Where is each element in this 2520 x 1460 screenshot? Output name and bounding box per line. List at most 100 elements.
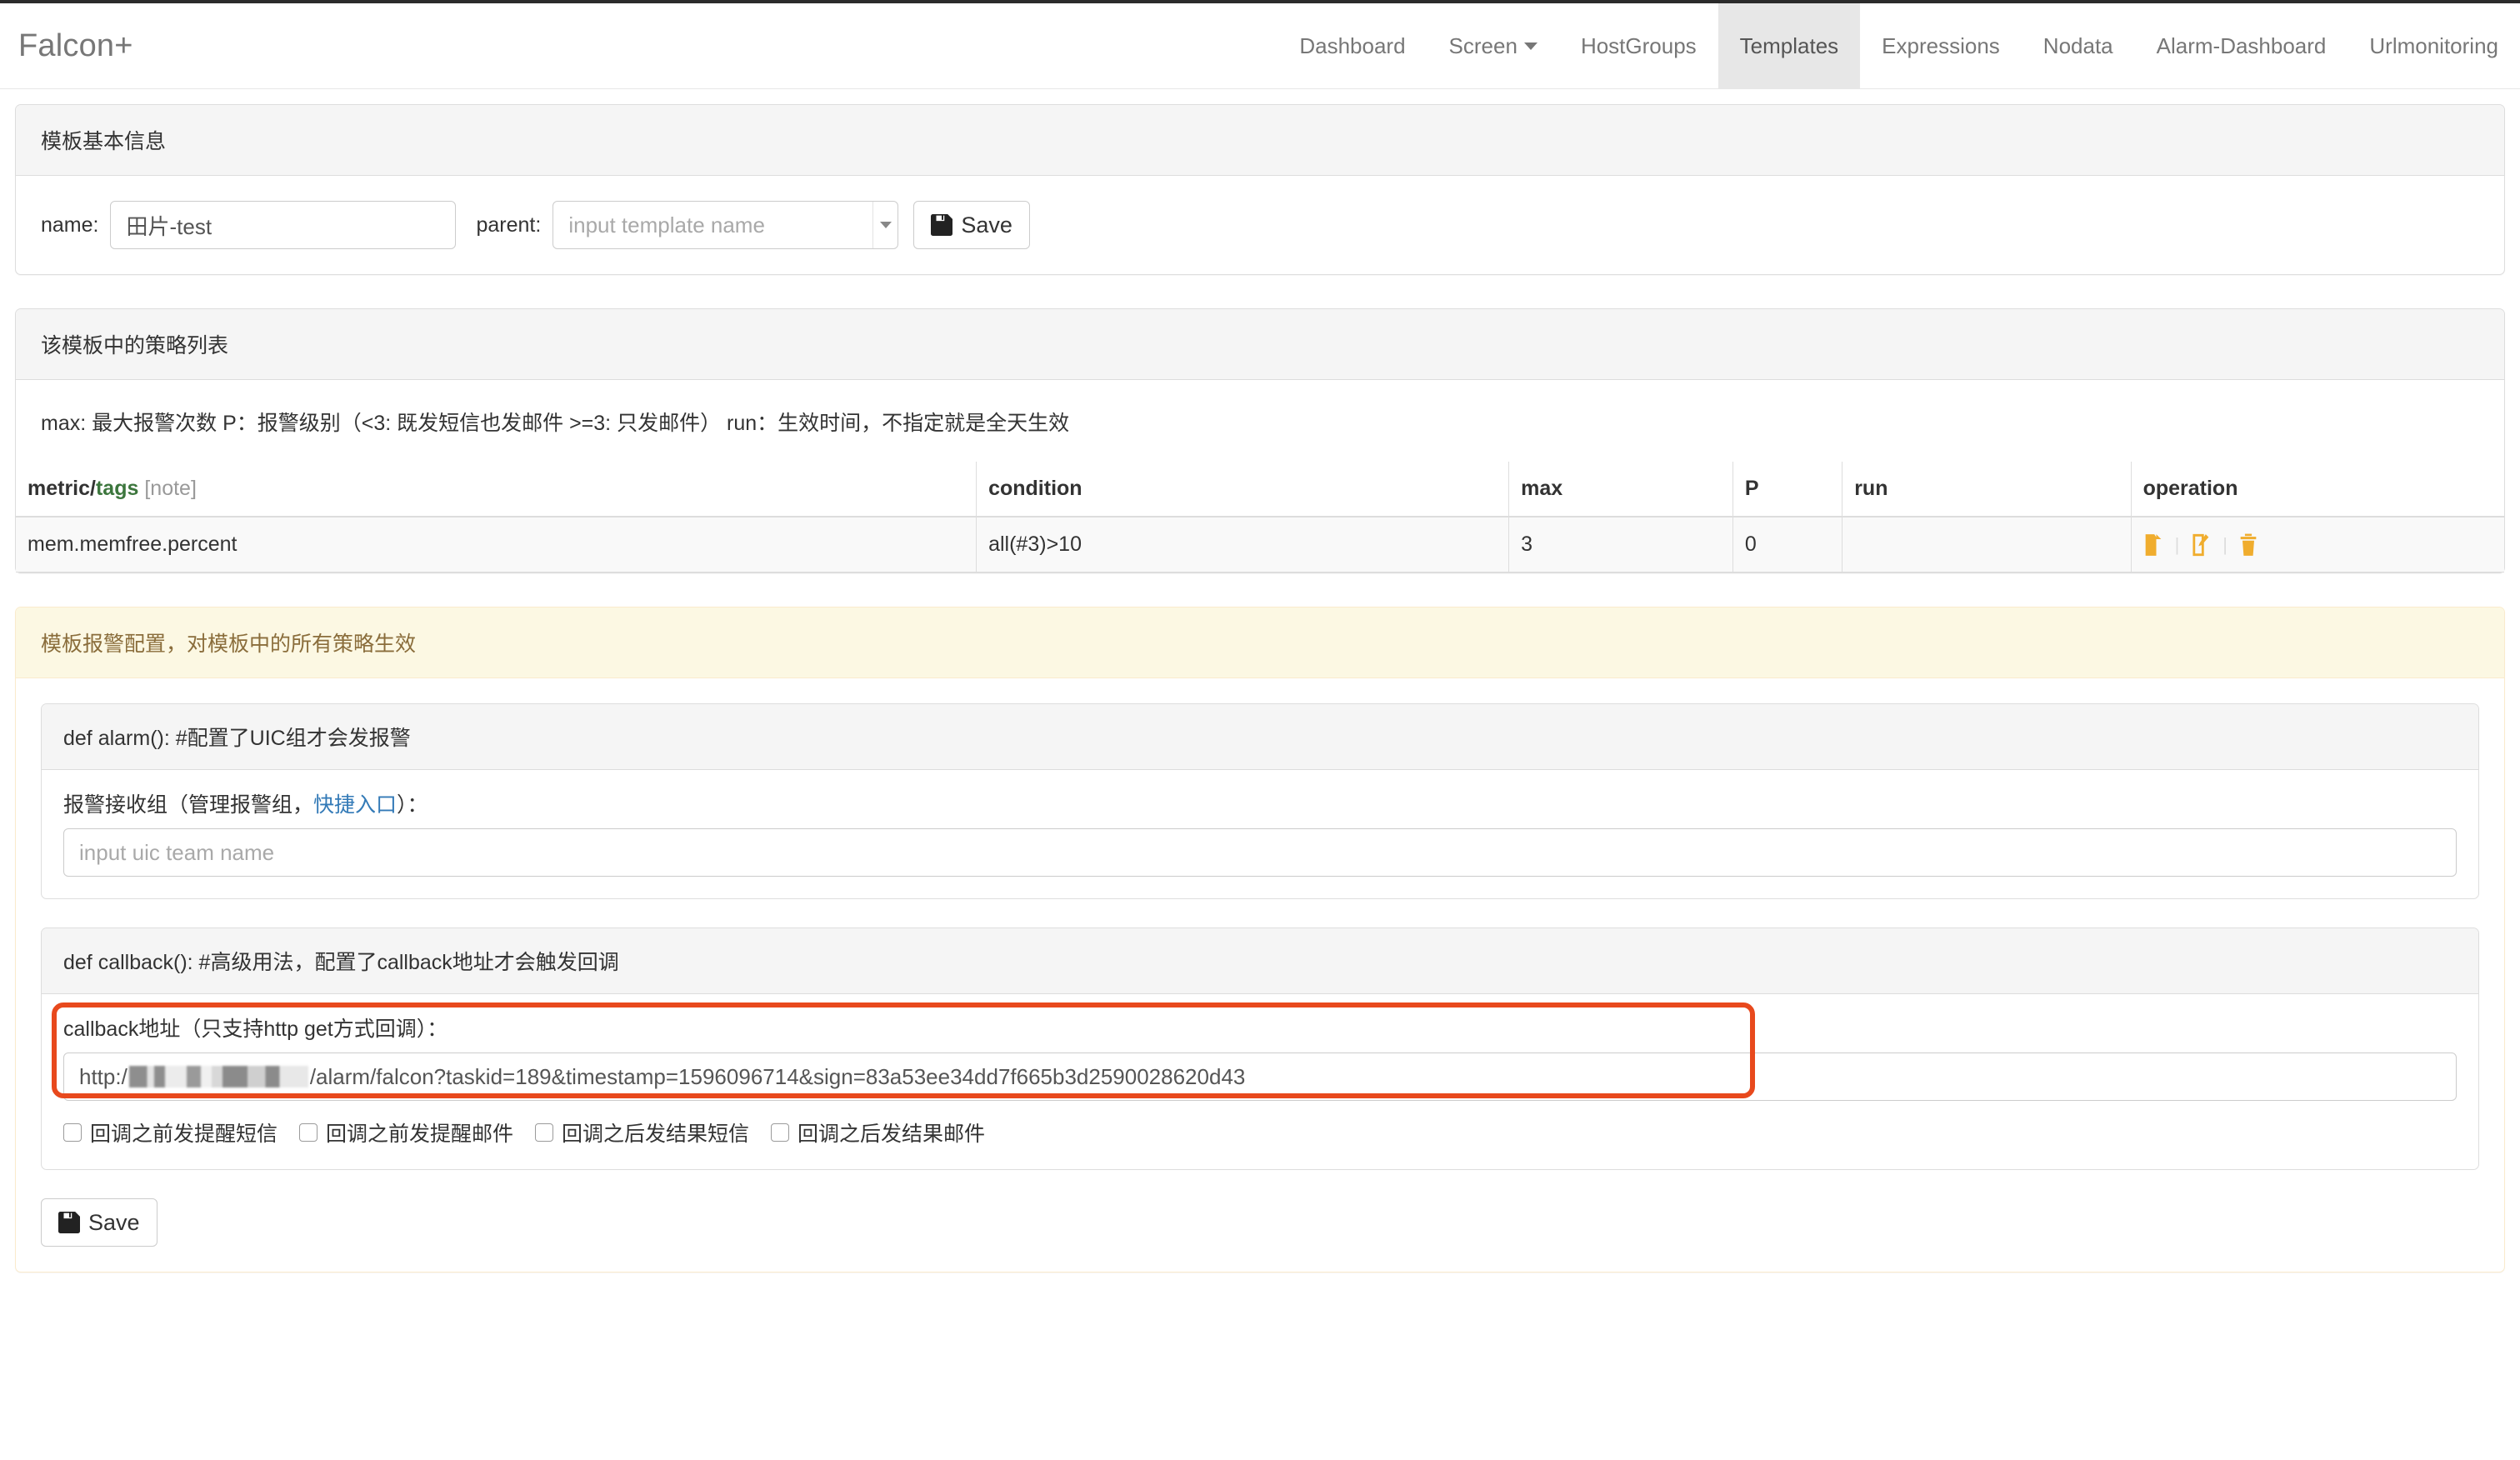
cell-run	[1842, 517, 2132, 572]
parent-template-input[interactable]	[552, 201, 899, 249]
uic-team-label: 报警接收组（管理报警组，快捷入口）：	[63, 788, 2457, 818]
checkbox-email-before-callback[interactable]: 回调之前发提醒邮件	[299, 1118, 513, 1148]
nav-item-urlmonitoring[interactable]: Urlmonitoring	[2348, 3, 2520, 88]
checkbox-box-icon[interactable]	[299, 1123, 318, 1142]
name-label: name:	[41, 212, 99, 237]
clone-icon[interactable]	[2143, 533, 2163, 557]
callback-definition-body: callback地址（只支持http get方式回调）： http:/ /alar…	[42, 994, 2478, 1169]
col-max: max	[1508, 462, 1733, 518]
col-note-label: [note]	[144, 477, 197, 500]
col-run: run	[1842, 462, 2132, 518]
col-metric-label: metric/	[28, 477, 96, 500]
strategy-table: metric/tags [note] condition max P run o…	[16, 462, 2504, 572]
alarm-config-title: 模板报警配置，对模板中的所有策略生效	[16, 608, 2504, 678]
nav-item-dashboard[interactable]: Dashboard	[1278, 3, 1427, 88]
uic-team-quick-entry-link[interactable]: 快捷入口	[313, 793, 397, 817]
template-basic-info-body: name: parent: Save	[16, 176, 2504, 274]
checkbox-label: 回调之后发结果短信	[562, 1122, 750, 1146]
cell-metric: mem.memfree.percent	[16, 517, 977, 572]
template-basic-info-title: 模板基本信息	[16, 105, 2504, 176]
cell-p: 0	[1732, 517, 1842, 572]
strategy-table-head: metric/tags [note] condition max P run o…	[16, 462, 2504, 518]
page-container: 模板基本信息 name: parent: Save 该模板中的策略列	[0, 89, 2520, 1272]
nav-item-expressions[interactable]: Expressions	[1860, 3, 2022, 88]
alarm-definition-heading: def alarm(): #配置了UIC组才会发报警	[42, 704, 2478, 770]
callback-url-redacted	[128, 1066, 308, 1088]
top-navbar: Falcon+ Dashboard Screen HostGroups Temp…	[0, 0, 2520, 89]
floppy-disk-icon	[931, 214, 953, 236]
operation-separator: |	[2174, 533, 2180, 555]
checkbox-box-icon[interactable]	[63, 1123, 82, 1142]
uic-team-label-suffix: ）：	[397, 793, 428, 817]
callback-notification-checkboxes: 回调之前发提醒短信 回调之前发提醒邮件 回调之后发结果短信 回调之后发结果邮件	[63, 1101, 2457, 1148]
save-button-label: Save	[961, 212, 1012, 238]
nav-item-label: Nodata	[2042, 32, 2113, 58]
parent-select-wrapper	[552, 201, 899, 249]
save-alarm-config-button[interactable]: Save	[41, 1198, 158, 1247]
callback-url-prefix: http:/	[79, 1063, 128, 1089]
navbar-spacer	[158, 3, 1278, 88]
col-tags-label: tags	[95, 477, 139, 500]
table-row: mem.memfree.percent all(#3)>10 3 0 | |	[16, 517, 2504, 572]
checkbox-sms-after-callback[interactable]: 回调之后发结果短信	[535, 1118, 749, 1148]
template-basic-info-panel: 模板基本信息 name: parent: Save	[15, 104, 2505, 275]
uic-team-label-prefix: 报警接收组（管理报警组，	[63, 793, 314, 817]
checkbox-label: 回调之前发提醒短信	[90, 1122, 278, 1146]
cell-operation: | |	[2130, 517, 2504, 572]
nav-item-hostgroups[interactable]: HostGroups	[1559, 3, 1718, 88]
strategy-list-title: 该模板中的策略列表	[16, 309, 2504, 380]
checkbox-box-icon[interactable]	[535, 1123, 554, 1142]
nav-item-label: HostGroups	[1580, 32, 1697, 58]
alarm-definition-panel: def alarm(): #配置了UIC组才会发报警 报警接收组（管理报警组，快…	[41, 703, 2479, 899]
callback-url-input[interactable]: http:/ /alarm/falcon?taskid=189&timestamp…	[63, 1052, 2457, 1101]
callback-url-highlight-group: callback地址（只支持http get方式回调）： http:/ /alar…	[52, 1002, 2457, 1101]
alarm-config-body: def alarm(): #配置了UIC组才会发报警 报警接收组（管理报警组，快…	[16, 678, 2504, 1272]
nav-item-label: Expressions	[1882, 32, 2000, 58]
checkbox-sms-before-callback[interactable]: 回调之前发提醒短信	[63, 1118, 278, 1148]
nav-item-label: Screen	[1448, 32, 1518, 58]
strategy-list-panel: 该模板中的策略列表 max: 最大报警次数 P：报警级别（<3: 既发短信也发邮…	[15, 308, 2505, 573]
template-form-row: name: parent: Save	[41, 201, 2479, 249]
alarm-definition-body: 报警接收组（管理报警组，快捷入口）：	[42, 770, 2478, 898]
operation-separator: |	[2222, 533, 2228, 555]
callback-definition-panel: def callback(): #高级用法，配置了callback地址才会触发回…	[41, 928, 2479, 1170]
strategy-list-body: max: 最大报警次数 P：报警级别（<3: 既发短信也发邮件 >=3: 只发邮…	[16, 380, 2504, 572]
col-p: P	[1732, 462, 1842, 518]
checkbox-label: 回调之后发结果邮件	[798, 1122, 986, 1146]
strategy-help-text: max: 最大报警次数 P：报警级别（<3: 既发短信也发邮件 >=3: 只发邮…	[41, 412, 1070, 435]
nav-item-screen[interactable]: Screen	[1428, 3, 1559, 88]
cell-condition: all(#3)>10	[976, 517, 1509, 572]
nav-item-label: Dashboard	[1299, 32, 1406, 58]
callback-url-suffix: /alarm/falcon?taskid=189&timestamp=15960…	[309, 1063, 1246, 1089]
cell-max: 3	[1508, 517, 1733, 572]
nav-item-label: Templates	[1739, 32, 1839, 58]
checkbox-email-after-callback[interactable]: 回调之后发结果邮件	[771, 1118, 985, 1148]
row-operations: | |	[2143, 533, 2492, 557]
nav-item-templates[interactable]: Templates	[1718, 3, 1861, 88]
template-name-input[interactable]	[110, 201, 457, 249]
navbar-links: Dashboard Screen HostGroups Templates Ex…	[1278, 3, 2520, 88]
checkbox-box-icon[interactable]	[771, 1123, 790, 1142]
save-template-button[interactable]: Save	[913, 201, 1030, 249]
chevron-down-icon	[1523, 42, 1538, 50]
parent-label: parent:	[476, 212, 542, 237]
col-metric-tags: metric/tags [note]	[16, 462, 977, 518]
callback-url-label: callback地址（只支持http get方式回调）：	[63, 1018, 448, 1041]
trash-icon[interactable]	[2239, 533, 2258, 557]
alarm-config-panel: 模板报警配置，对模板中的所有策略生效 def alarm(): #配置了UIC组…	[15, 607, 2505, 1272]
floppy-disk-icon	[58, 1212, 80, 1233]
checkbox-label: 回调之前发提醒邮件	[326, 1122, 514, 1146]
nav-item-alarm-dashboard[interactable]: Alarm-Dashboard	[2135, 3, 2348, 88]
table-header-row: metric/tags [note] condition max P run o…	[16, 462, 2504, 518]
callback-definition-heading: def callback(): #高级用法，配置了callback地址才会触发回…	[42, 928, 2478, 994]
nav-item-label: Alarm-Dashboard	[2156, 32, 2327, 58]
brand-logo[interactable]: Falcon+	[0, 3, 158, 88]
uic-team-input[interactable]	[63, 828, 2457, 877]
strategy-table-body: mem.memfree.percent all(#3)>10 3 0 | |	[16, 517, 2504, 572]
nav-item-label: Urlmonitoring	[2369, 32, 2498, 58]
col-operation: operation	[2130, 462, 2504, 518]
save-button-label: Save	[88, 1209, 140, 1235]
nav-item-nodata[interactable]: Nodata	[2022, 3, 2135, 88]
edit-icon[interactable]	[2191, 533, 2211, 557]
col-condition: condition	[976, 462, 1509, 518]
